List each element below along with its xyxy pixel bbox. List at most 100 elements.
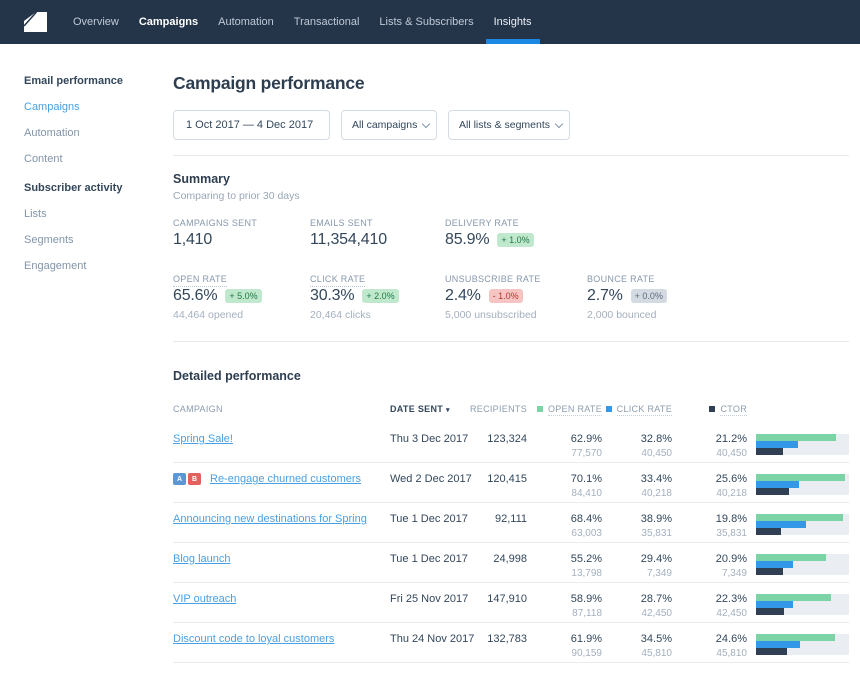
open-rate-bar: [756, 554, 826, 561]
click-count: 35,831: [602, 528, 672, 539]
rate-bars-chart: [756, 594, 849, 615]
sidebar-item-lists[interactable]: Lists: [24, 208, 173, 234]
stat-sub: 2,000 bounced: [587, 310, 849, 321]
open-rate-cell: 70.1% 84,410: [527, 473, 602, 499]
nav-item-automation[interactable]: Automation: [208, 0, 284, 44]
open-count: 84,410: [527, 488, 602, 499]
ctor-rate-bar: [756, 648, 787, 655]
lists-filter-dropdown[interactable]: All lists & segments: [448, 110, 570, 140]
ab-test-badges: AB: [173, 473, 201, 485]
open-rate-value: 68.4%: [527, 513, 602, 525]
open-rate-cell: 58.9%87,118: [527, 593, 602, 619]
column-header-recipients[interactable]: RECIPIENTS: [466, 404, 527, 414]
ctor-count: 42,450: [672, 608, 747, 619]
open-count: 63,003: [527, 528, 602, 539]
nav-item-insights[interactable]: Insights: [484, 0, 542, 44]
sidebar-item-content[interactable]: Content: [24, 153, 173, 179]
stat-value: 11,354,410: [310, 231, 387, 249]
ctor-rate-value: 22.3%: [672, 593, 747, 605]
sidebar-item-engagement[interactable]: Engagement: [24, 260, 173, 286]
stat-value: 1,410: [173, 231, 212, 249]
stat-sub: 20,464 clicks: [310, 310, 445, 321]
click-rate-bar: [756, 521, 806, 528]
click-rate-bar: [756, 561, 793, 568]
campaign-link[interactable]: Re-engage churned customers: [210, 473, 361, 485]
summary-stat-delivery-rate: DELIVERY RATE85.9%+ 1.0%: [445, 219, 587, 248]
rate-bars-chart: [756, 434, 849, 455]
date-sent-cell: Wed 2 Dec 2017: [390, 473, 466, 485]
nav-item-lists-subscribers[interactable]: Lists & Subscribers: [369, 0, 483, 44]
campaign-link[interactable]: Blog launch: [173, 553, 231, 565]
summary-stat-unsubscribe-rate: UNSUBSCRIBE RATE2.4%- 1.0%5,000 unsubscr…: [445, 275, 587, 321]
open-rate-value: 70.1%: [527, 473, 602, 485]
column-header-click-rate[interactable]: CLICK RATE: [602, 404, 672, 414]
sidebar-item-campaigns[interactable]: Campaigns: [24, 101, 173, 127]
open-rate-value: 58.9%: [527, 593, 602, 605]
click-rate-cell: 29.4%7,349: [602, 553, 672, 579]
change-badge: + 0.0%: [631, 289, 667, 303]
click-rate-bar: [756, 441, 798, 448]
click-rate-legend-swatch: [606, 406, 612, 412]
ctor-rate-bar: [756, 608, 784, 615]
column-header-campaign[interactable]: CAMPAIGN: [173, 404, 390, 414]
date-sent-cell: Tue 1 Dec 2017: [390, 513, 466, 525]
campaign-cell: Blog launch: [173, 553, 390, 565]
open-rate-bar: [756, 434, 836, 441]
stat-sub: 44,464 opened: [173, 310, 310, 321]
ctor-legend-swatch: [709, 406, 715, 412]
click-count: 45,810: [602, 648, 672, 659]
stat-value: 65.6%: [173, 287, 217, 305]
recipients-cell: 147,910: [466, 593, 527, 605]
ctor-count: 7,349: [672, 568, 747, 579]
campaign-cell: Spring Sale!: [173, 433, 390, 445]
date-range-input[interactable]: 1 Oct 2017 — 4 Dec 2017: [173, 110, 330, 140]
click-rate-cell: 33.4%40,218: [602, 473, 672, 499]
campaign-link[interactable]: Discount code to loyal customers: [173, 633, 334, 645]
ctor-rate-cell: 21.2%40,450: [672, 433, 747, 459]
ctor-rate-cell: 19.8%35,831: [672, 513, 747, 539]
campaign-monitor-logo-icon[interactable]: [24, 0, 47, 44]
ctor-rate-bar: [756, 528, 781, 535]
date-sent-cell: Fri 25 Nov 2017: [390, 593, 466, 605]
sidebar-item-automation[interactable]: Automation: [24, 127, 173, 153]
open-rate-bar: [756, 514, 843, 521]
click-rate-value: 32.8%: [602, 433, 672, 445]
rate-bars-chart: [756, 634, 849, 655]
sidebar-item-segments[interactable]: Segments: [24, 234, 173, 260]
rate-bars-chart: [756, 554, 849, 575]
click-rate-value: 38.9%: [602, 513, 672, 525]
ctor-rate-bar: [756, 448, 783, 455]
campaign-link[interactable]: Announcing new destinations for Spring: [173, 513, 367, 525]
sort-desc-icon: ▾: [446, 407, 450, 414]
open-rate-value: 62.9%: [527, 433, 602, 445]
nav-item-overview[interactable]: Overview: [63, 0, 129, 44]
column-header-date-sent[interactable]: DATE SENT▾: [390, 404, 466, 414]
top-nav-list: OverviewCampaignsAutomationTransactional…: [63, 0, 542, 44]
stat-label: UNSUBSCRIBE RATE: [445, 275, 587, 284]
nav-item-transactional[interactable]: Transactional: [284, 0, 370, 44]
open-rate-bar: [756, 474, 845, 481]
column-header-open-rate[interactable]: OPEN RATE: [527, 404, 602, 414]
open-rate-bar: [756, 594, 831, 601]
campaign-link[interactable]: Spring Sale!: [173, 433, 233, 445]
date-range-value: 1 Oct 2017 — 4 Dec 2017: [186, 119, 313, 131]
click-rate-value: 28.7%: [602, 593, 672, 605]
campaigns-filter-dropdown[interactable]: All campaigns: [341, 110, 437, 140]
ctor-rate-cell: 20.9%7,349: [672, 553, 747, 579]
recipients-cell: 24,998: [466, 553, 527, 565]
stat-label[interactable]: OPEN RATE: [173, 275, 310, 284]
stat-value: 2.7%: [587, 287, 623, 305]
campaign-link[interactable]: VIP outreach: [173, 593, 236, 605]
stat-label[interactable]: CLICK RATE: [310, 275, 445, 284]
click-rate-bar: [756, 601, 793, 608]
table-row: Spring Sale!Thu 3 Dec 2017123,32462.9%77…: [173, 423, 849, 463]
open-rate-value: 55.2%: [527, 553, 602, 565]
recipients-cell: 123,324: [466, 433, 527, 445]
column-header-ctor[interactable]: CTOR: [672, 404, 747, 414]
table-row: Announcing new destinations for Spring Tu…: [173, 503, 849, 543]
nav-item-campaigns[interactable]: Campaigns: [129, 0, 208, 44]
summary-stat-emails-sent: EMAILS SENT11,354,410: [310, 219, 445, 248]
click-count: 40,450: [602, 448, 672, 459]
campaign-cell: Discount code to loyal customers: [173, 633, 390, 645]
summary-stat-open-rate: OPEN RATE65.6%+ 5.0%44,464 opened: [173, 275, 310, 321]
